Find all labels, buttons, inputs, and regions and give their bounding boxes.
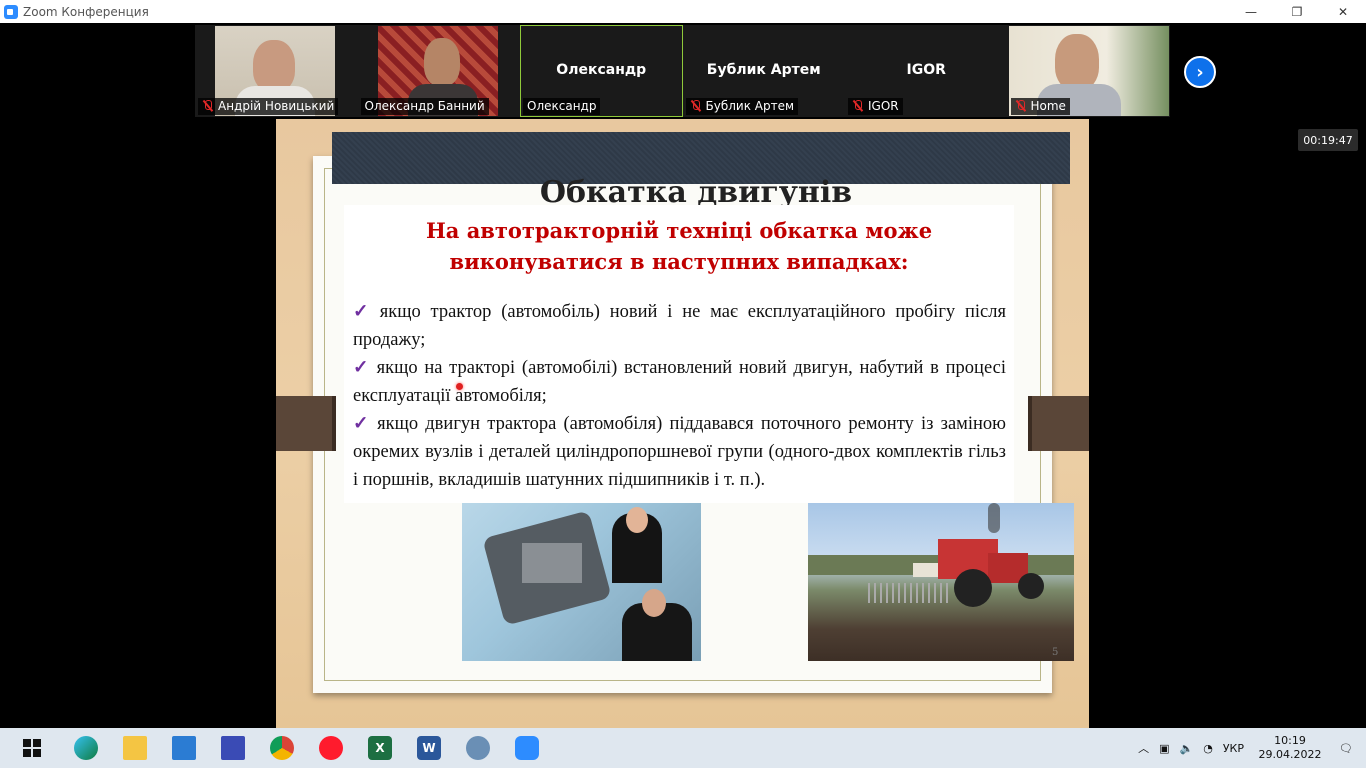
mic-muted-icon: [1015, 100, 1026, 112]
windows-taskbar: X W ︿ ▣ 🔈 ◔ УКР 10:19 29.04.2022 🗨: [0, 728, 1366, 768]
participant-label: Олександр Банний: [360, 98, 489, 115]
participant-tile[interactable]: IGOR IGOR: [845, 25, 1008, 117]
slide-bullet: ✓ якщо на тракторі (автомобілі) встановле…: [353, 358, 1006, 406]
camera-icon[interactable]: ▣: [1159, 742, 1169, 755]
engine-repair-photo: [462, 503, 701, 661]
taskbar-edge[interactable]: [66, 728, 106, 768]
excel-icon: X: [368, 736, 392, 760]
mic-muted-icon: [852, 100, 863, 112]
participant-name: IGOR: [906, 62, 946, 78]
speaker-icon[interactable]: 🔈: [1180, 742, 1194, 755]
check-icon: ✓: [353, 358, 371, 378]
participant-label: Андрій Новицький: [198, 98, 339, 115]
zoom-icon: [515, 736, 539, 760]
taskbar-mail[interactable]: [164, 728, 204, 768]
notifications-button[interactable]: 🗨: [1326, 742, 1366, 755]
language-indicator[interactable]: УКР: [1223, 742, 1244, 755]
folder-icon: [123, 736, 147, 760]
taskbar-search-tool[interactable]: [458, 728, 498, 768]
mic-muted-icon: [202, 100, 213, 112]
clock-time: 10:19: [1274, 734, 1306, 747]
windows-logo-icon: [23, 739, 41, 757]
minimize-button[interactable]: —: [1228, 0, 1274, 23]
opera-icon: [319, 736, 343, 760]
network-icon[interactable]: ◔: [1203, 742, 1213, 755]
participant-gallery: Андрій Новицький Олександр Банний Олекса…: [195, 25, 1170, 117]
clock[interactable]: 10:19 29.04.2022: [1254, 734, 1326, 762]
participant-label: Бублик Артем: [685, 98, 799, 115]
restore-button[interactable]: ❐: [1274, 0, 1320, 23]
slide-title: Обкатка двигунів: [539, 175, 853, 205]
participant-tile[interactable]: Олександр Банний: [358, 25, 521, 117]
participant-label: Олександр: [523, 98, 601, 115]
taskbar-opera[interactable]: [311, 728, 351, 768]
slide-bullet-list: ✓ якщо трактор (автомобіль) новий і не ма…: [353, 298, 1006, 494]
magnifier-icon: [466, 736, 490, 760]
taskbar-excel[interactable]: X: [360, 728, 400, 768]
laser-pointer: [456, 383, 463, 390]
taskbar-file-explorer[interactable]: [115, 728, 155, 768]
mail-icon: [172, 736, 196, 760]
slide-bullet: ✓ якщо двигун трактора (автомобіля) підда…: [353, 414, 1006, 490]
tractor-field-photo: [808, 503, 1074, 661]
chevron-right-icon: ›: [1196, 61, 1204, 83]
participant-label: IGOR: [848, 98, 903, 115]
notification-icon: 🗨: [1339, 741, 1353, 755]
taskbar-word[interactable]: W: [409, 728, 449, 768]
participant-name: Олександр: [556, 62, 647, 78]
zoom-logo-icon: [4, 4, 18, 19]
participant-tile[interactable]: Бублик Артем Бублик Артем: [683, 25, 846, 117]
check-icon: ✓: [353, 414, 372, 434]
participant-label: Home: [1010, 98, 1070, 115]
title-bar: Zoom Конференция — ❐ ✕: [0, 0, 1366, 23]
window-controls: — ❐ ✕: [1228, 0, 1366, 23]
taskbar-zoom[interactable]: [507, 728, 547, 768]
slide-number: 5: [1052, 647, 1059, 658]
close-button[interactable]: ✕: [1320, 0, 1366, 23]
slide-side-tab-right: [1028, 396, 1089, 451]
slide-textbox: На автотракторній техніці обкатка може в…: [344, 205, 1014, 503]
participant-tile[interactable]: Home: [1008, 25, 1171, 117]
floppy-disk-icon: [221, 736, 245, 760]
chevron-up-icon[interactable]: ︿: [1138, 740, 1149, 756]
gallery-next-button[interactable]: ›: [1184, 56, 1216, 88]
taskbar-save[interactable]: [213, 728, 253, 768]
shared-screen: Обкатка двигунів На автотракторній техні…: [195, 119, 1170, 728]
chrome-icon: [270, 736, 294, 760]
taskbar-chrome[interactable]: [262, 728, 302, 768]
slide-side-tab-left: [276, 396, 336, 451]
edge-icon: [74, 736, 98, 760]
slide-bullet: ✓ якщо трактор (автомобіль) новий і не ма…: [353, 302, 1006, 350]
window-title: Zoom Конференция: [23, 4, 149, 19]
meeting-timer: 00:19:47: [1298, 129, 1358, 151]
check-icon: ✓: [353, 302, 374, 322]
participant-tile[interactable]: Андрій Новицький: [195, 25, 358, 117]
participant-name: Бублик Артем: [706, 62, 821, 78]
slide-background: Обкатка двигунів На автотракторній техні…: [276, 119, 1089, 728]
word-icon: W: [417, 736, 441, 760]
slide-subtitle: На автотракторній техніці обкатка може в…: [425, 218, 933, 274]
participant-tile-active[interactable]: Олександр Олександр: [520, 25, 683, 117]
system-tray: ︿ ▣ 🔈 ◔ УКР 10:19 29.04.2022 🗨: [1128, 728, 1366, 768]
clock-date: 29.04.2022: [1258, 748, 1322, 761]
meeting-area: Андрій Новицький Олександр Банний Олекса…: [0, 23, 1366, 728]
start-button[interactable]: [12, 728, 52, 768]
mic-muted-icon: [690, 100, 701, 112]
